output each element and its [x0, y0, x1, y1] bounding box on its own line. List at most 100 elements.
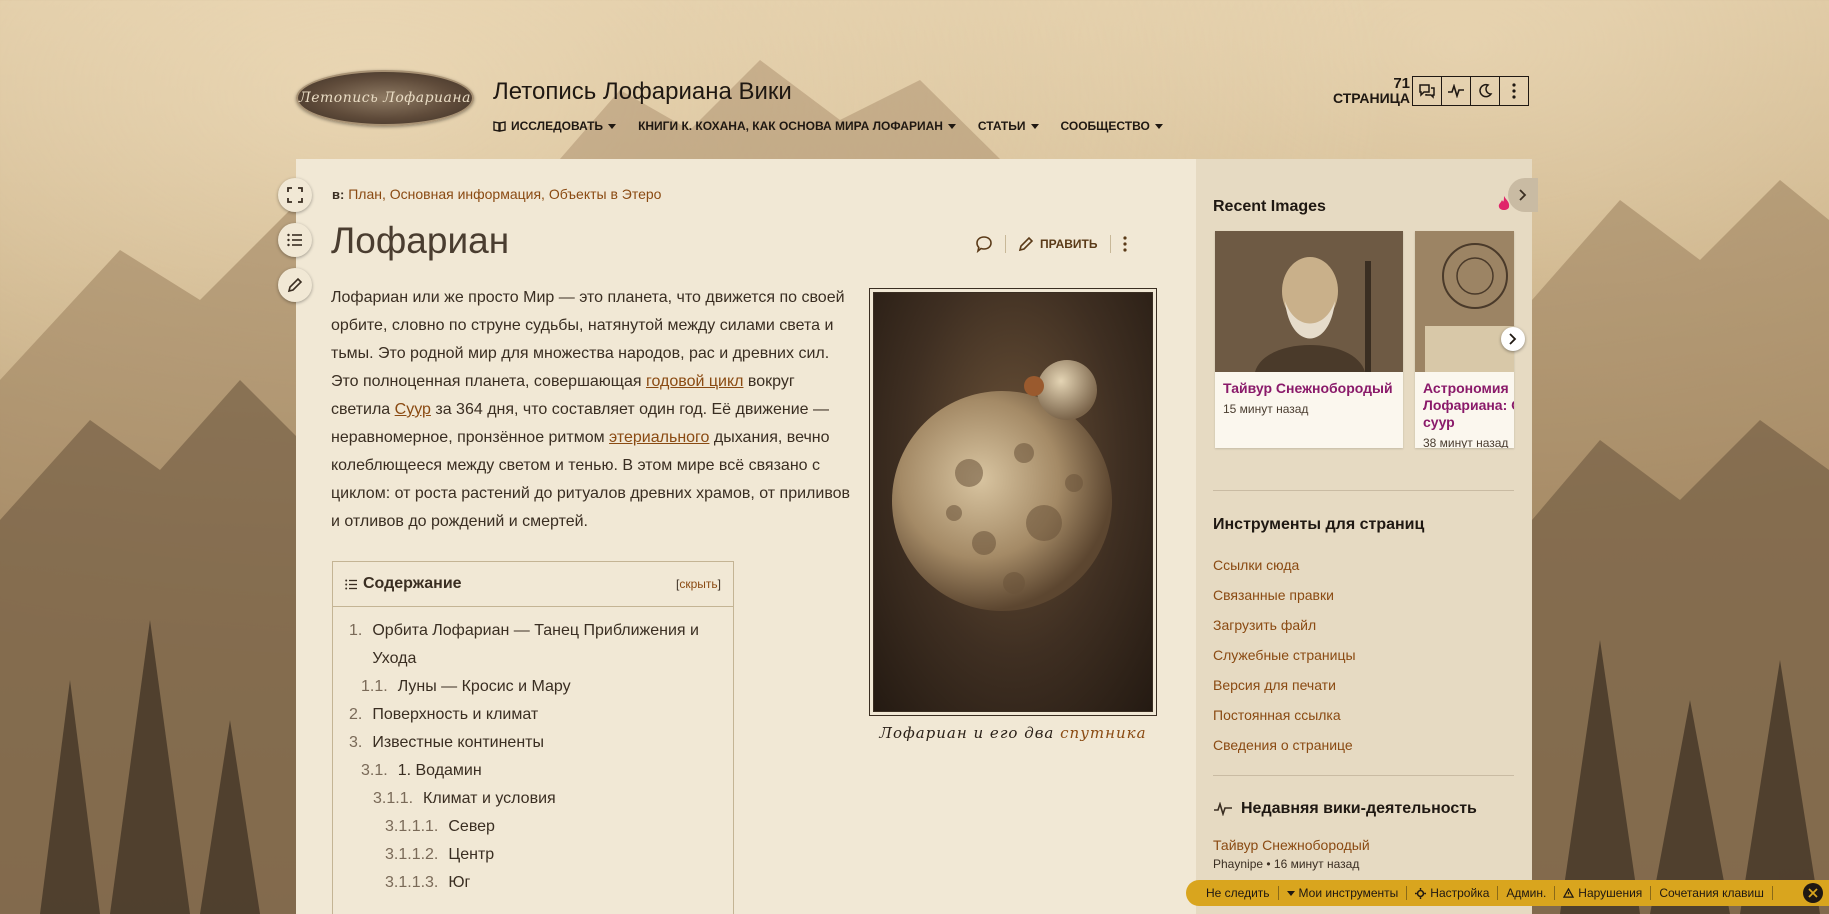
- page-tool-link[interactable]: Сведения о странице: [1213, 730, 1356, 760]
- page-tool-link[interactable]: Связанные правки: [1213, 580, 1356, 610]
- comment-icon[interactable]: [975, 235, 993, 253]
- recent-image-card[interactable]: Тайвур Снежнобородый 15 минут назад: [1215, 231, 1403, 448]
- toc-item[interactable]: 3.1.1.2. Центр: [333, 841, 733, 869]
- bottom-toolbar: Не следить Мои инструменты Настройка Адм…: [1186, 880, 1829, 906]
- article-intro: Лофариан или же просто Мир — это планета…: [331, 284, 851, 536]
- link-ethereal[interactable]: этериального: [609, 429, 709, 446]
- wiki-title[interactable]: Летопись Лофариана Вики: [493, 78, 792, 106]
- admin-button[interactable]: Админ.: [1498, 886, 1556, 900]
- shortcuts-button[interactable]: Сочетания клавиш: [1651, 886, 1773, 900]
- toc-hide-toggle[interactable]: [скрыть]: [676, 577, 721, 591]
- toc-item-label: Орбита Лофариан — Танец Приближения и Ух…: [372, 622, 699, 667]
- planet-figure[interactable]: [869, 288, 1157, 716]
- toc-item[interactable]: 1. Орбита Лофариан — Танец Приближения и …: [333, 617, 733, 673]
- link-suur[interactable]: Суур: [395, 401, 431, 418]
- portrait-illustration: [1215, 231, 1403, 372]
- toc-item[interactable]: 3.1. 1. Водамин: [333, 757, 733, 785]
- toc-item[interactable]: 2. Поверхность и климат: [333, 701, 733, 729]
- more-menu-button[interactable]: [1499, 76, 1529, 106]
- nav-explore[interactable]: Исследовать: [493, 119, 617, 133]
- image-title: Тайвур Снежнобородый: [1223, 380, 1393, 396]
- activity-button[interactable]: [1441, 76, 1471, 106]
- caret-down-icon: [1286, 890, 1295, 896]
- carousel-next-button[interactable]: [1501, 327, 1525, 351]
- rail-divider: [1213, 775, 1514, 776]
- activity-item-title[interactable]: Тайвур Снежнобородый: [1213, 837, 1370, 853]
- page-tool-link[interactable]: Загрузить файл: [1213, 610, 1356, 640]
- image-time: 15 минут назад: [1223, 402, 1309, 416]
- toc-item[interactable]: 3. Известные континенты: [333, 729, 733, 757]
- page-tool-link[interactable]: Версия для печати: [1213, 670, 1356, 700]
- nav-books-label: Книги К. Кохана, как основа мира Лофариа…: [638, 119, 943, 133]
- activity-icon: [1214, 802, 1232, 816]
- image-thumbnail: [1215, 231, 1403, 372]
- page-tools-title: Инструменты для страниц: [1213, 516, 1425, 533]
- rail-collapse-button[interactable]: [1508, 178, 1538, 212]
- toc-item[interactable]: 3.1.1. Климат и условия: [333, 785, 733, 813]
- more-vertical-icon: [1512, 83, 1516, 99]
- chevron-right-icon: [1519, 189, 1527, 201]
- more-vertical-icon[interactable]: [1122, 236, 1127, 252]
- link-annual-cycle[interactable]: годовой цикл: [646, 373, 743, 390]
- toc-item[interactable]: 3.1.1.3. Юг: [333, 869, 733, 897]
- page-tool-link[interactable]: Служебные страницы: [1213, 640, 1356, 670]
- violations-button[interactable]: Нарушения: [1555, 886, 1652, 900]
- chevron-down-icon: [947, 123, 956, 129]
- dark-mode-button[interactable]: [1470, 76, 1500, 106]
- recent-images-title: Recent Images: [1213, 198, 1326, 215]
- pages-count-label: СТРАНИЦА: [1332, 90, 1410, 106]
- rail-divider: [1213, 490, 1514, 491]
- page-tool-link[interactable]: Постоянная ссылка: [1213, 700, 1356, 730]
- caption-text: Лофариан и его два: [879, 724, 1061, 742]
- list-icon: [345, 579, 357, 589]
- logo-text: Летопись Лофариана: [299, 90, 471, 106]
- my-tools-button[interactable]: Мои инструменты: [1279, 886, 1408, 900]
- toc-item-number: 3.1.1.3.: [385, 874, 439, 891]
- unfollow-button[interactable]: Не следить: [1198, 886, 1279, 900]
- close-toolbar-button[interactable]: [1803, 883, 1823, 903]
- image-thumbnail: [1415, 231, 1514, 372]
- edit-button[interactable]: Править: [1018, 236, 1098, 252]
- image-caption: Тайвур Снежнобородый 15 минут назад: [1215, 372, 1403, 424]
- categories-links[interactable]: План, Основная информация, Объекты в Эте…: [348, 186, 661, 202]
- image-time: 38 минут назад: [1423, 436, 1509, 448]
- discussions-button[interactable]: [1412, 76, 1442, 106]
- page-actions: Править: [975, 235, 1127, 253]
- recent-image-card[interactable]: Астрономия Лофариана: Орбиты, суур 38 ми…: [1415, 231, 1514, 448]
- toc-item-label: Поверхность и климат: [372, 706, 539, 723]
- warning-icon: [1563, 888, 1575, 898]
- planet-image: [873, 292, 1153, 712]
- nav-articles[interactable]: Статьи: [978, 119, 1039, 133]
- nav-community[interactable]: Сообщество: [1061, 119, 1163, 133]
- toc-item-label: 1. Водамин: [397, 762, 482, 779]
- fullscreen-button[interactable]: [278, 178, 312, 212]
- pages-count: 71 СТРАНИЦА: [1328, 76, 1410, 106]
- wiki-logo[interactable]: Летопись Лофариана: [296, 70, 474, 126]
- page-tools-list: Ссылки сюда Связанные правки Загрузить фай…: [1213, 550, 1356, 760]
- chevron-down-icon: [608, 123, 617, 129]
- toc-item-number: 3.1.: [361, 762, 388, 779]
- customize-button[interactable]: Настройка: [1407, 886, 1499, 900]
- astronomy-illustration: [1415, 231, 1514, 372]
- customize-label: Настройка: [1430, 886, 1490, 900]
- toc-item[interactable]: 3.1.1.1. Север: [333, 813, 733, 841]
- toc-toggle-button[interactable]: [278, 223, 312, 257]
- close-icon: [1808, 888, 1818, 898]
- pencil-icon: [287, 277, 303, 293]
- activity-icon: [1448, 84, 1464, 98]
- toc-hide-label: скрыть: [679, 577, 718, 591]
- my-tools-label: Мои инструменты: [1298, 886, 1399, 900]
- page-tool-link[interactable]: Ссылки сюда: [1213, 550, 1356, 580]
- list-icon: [287, 233, 302, 247]
- table-of-contents: Содержание [скрыть] 1. Орбита Лофариан — …: [332, 561, 734, 914]
- nav-books[interactable]: Книги К. Кохана, как основа мира Лофариа…: [638, 119, 956, 133]
- page-title: Лофариан: [331, 220, 510, 261]
- flame-icon: [1498, 196, 1510, 210]
- toc-item[interactable]: 1.1. Луны — Кросис и Мару: [333, 673, 733, 701]
- link-satellites[interactable]: спутника: [1060, 724, 1146, 742]
- side-edit-button[interactable]: [278, 268, 312, 302]
- header-tools: [1412, 76, 1529, 106]
- chevron-down-icon: [1154, 123, 1163, 129]
- toc-item-number: 3.1.1.2.: [385, 846, 439, 863]
- toc-item-number: 2.: [349, 706, 363, 723]
